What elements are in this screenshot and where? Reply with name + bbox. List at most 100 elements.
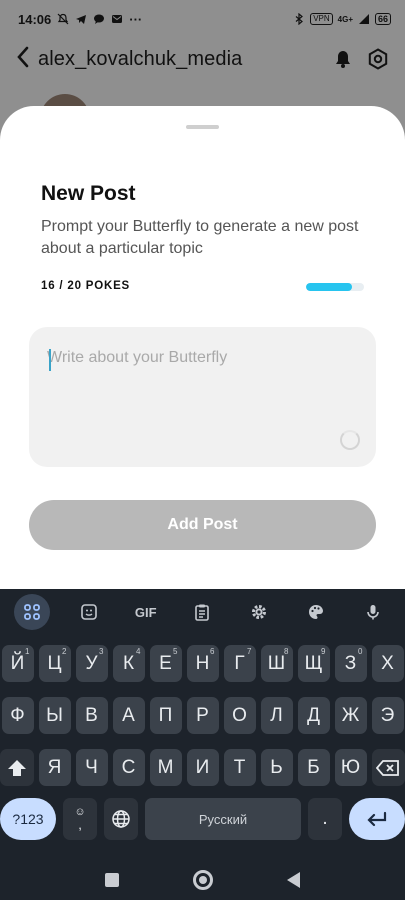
key-label: Е (159, 652, 172, 674)
keyboard-row-2: ФЫВАПРОЛДЖЭ (0, 697, 405, 734)
key-5[interactable]: Е5 (149, 645, 182, 682)
clipboard-icon[interactable] (184, 594, 220, 630)
key-6[interactable]: Н6 (186, 645, 219, 682)
key-8[interactable]: Ш8 (260, 645, 293, 682)
emoji-comma-key[interactable]: ☺ , (63, 798, 97, 840)
keyboard-row-4: ?123 ☺ , Русский . (0, 798, 405, 840)
key-2[interactable]: Ц2 (38, 645, 71, 682)
mute-icon (57, 13, 69, 25)
palette-icon[interactable] (298, 594, 334, 630)
period-key[interactable]: . (308, 798, 342, 840)
key-label: Г (234, 652, 245, 674)
key-r2-11[interactable]: Э (371, 697, 404, 734)
globe-icon (112, 810, 130, 828)
pokes-progress-fill (306, 283, 353, 291)
key-hint: 2 (62, 647, 67, 656)
key-r2-7[interactable]: О (223, 697, 256, 734)
backspace-key[interactable] (371, 749, 405, 786)
back-nav-button[interactable] (287, 871, 300, 888)
key-r2-10[interactable]: Ж (334, 697, 367, 734)
key-hint: 6 (210, 647, 215, 656)
add-post-button[interactable]: Add Post (29, 500, 376, 550)
key-r3-6[interactable]: Т (223, 749, 256, 786)
key-label: Щ (304, 652, 323, 674)
on-screen-keyboard: GIF Й1Ц2У3К4Е5Н6Г7Ш8Щ9З0Х ФЫВАПРОЛДЖЭ ЯЧ… (0, 589, 405, 900)
status-bar: 14:06 ··· VPN 4G+ 66 (0, 0, 405, 38)
sheet-grabber[interactable] (186, 125, 219, 129)
key-label: З (344, 652, 357, 674)
recents-button[interactable] (105, 872, 119, 887)
key-hint: 9 (321, 647, 326, 656)
key-label: Й (10, 652, 25, 674)
key-hint: 5 (173, 647, 178, 656)
home-button[interactable] (193, 869, 213, 890)
key-label: Ц (47, 652, 62, 674)
key-3[interactable]: У3 (75, 645, 108, 682)
key-r3-1[interactable]: Я (38, 749, 71, 786)
post-prompt-input[interactable] (29, 327, 376, 467)
pokes-progress-bar (306, 283, 364, 291)
new-post-sheet: New Post Prompt your Butterfly to genera… (0, 106, 405, 590)
key-hint: 4 (136, 647, 141, 656)
key-r3-4[interactable]: М (149, 749, 182, 786)
vpn-badge: VPN (310, 13, 333, 25)
profile-header: alex_kovalchuk_media (0, 38, 405, 80)
key-r2-8[interactable]: Л (260, 697, 293, 734)
key-r3-5[interactable]: И (186, 749, 219, 786)
key-4[interactable]: К4 (112, 645, 145, 682)
chevron-left-icon (17, 46, 29, 68)
key-r3-8[interactable]: Б (297, 749, 330, 786)
signal-icon (358, 14, 369, 24)
key-9[interactable]: Щ9 (297, 645, 330, 682)
settings-icon[interactable] (367, 48, 389, 70)
key-label: Х (381, 652, 394, 674)
post-prompt-field[interactable] (29, 327, 376, 467)
key-r2-9[interactable]: Д (297, 697, 330, 734)
gif-button[interactable]: GIF (128, 594, 164, 630)
settings-icon[interactable] (241, 594, 277, 630)
enter-key[interactable] (349, 798, 405, 840)
enter-icon (367, 811, 387, 827)
keyboard-row-3: ЯЧСМИТЬБЮ (0, 749, 405, 786)
key-r2-5[interactable]: П (149, 697, 182, 734)
mail-icon (112, 15, 123, 23)
comma-label: , (78, 817, 82, 832)
sheet-subtitle: Prompt your Butterfly to generate a new … (41, 218, 359, 257)
text-cursor (49, 349, 51, 371)
chat-icon (94, 14, 105, 24)
network-type: 4G+ (337, 14, 353, 24)
key-r2-1[interactable]: Ф (1, 697, 34, 734)
key-hint: 0 (358, 647, 363, 656)
key-r3-9[interactable]: Ю (334, 749, 367, 786)
key-hint: 1 (25, 647, 30, 656)
key-r2-4[interactable]: А (112, 697, 145, 734)
loading-spinner-icon (340, 430, 360, 450)
key-r2-2[interactable]: Ы (38, 697, 71, 734)
back-button[interactable] (16, 46, 30, 72)
key-label: У (85, 652, 98, 674)
shift-key[interactable] (0, 749, 34, 786)
key-r3-2[interactable]: Ч (75, 749, 108, 786)
language-key[interactable] (104, 798, 138, 840)
battery-indicator: 66 (374, 13, 391, 25)
sticker-icon[interactable] (71, 594, 107, 630)
key-7[interactable]: Г7 (223, 645, 256, 682)
key-r3-7[interactable]: Ь (260, 749, 293, 786)
key-label: К (122, 652, 135, 674)
key-11[interactable]: Х (371, 645, 404, 682)
key-1[interactable]: Й1 (1, 645, 34, 682)
key-10[interactable]: З0 (334, 645, 367, 682)
key-r3-3[interactable]: С (112, 749, 145, 786)
key-r2-6[interactable]: Р (186, 697, 219, 734)
mic-icon[interactable] (355, 594, 391, 630)
key-hint: 7 (247, 647, 252, 656)
telegram-icon (76, 15, 87, 24)
system-nav-bar (0, 859, 405, 900)
bell-icon[interactable] (333, 49, 353, 69)
apps-grid-icon[interactable] (14, 594, 51, 630)
symbols-key[interactable]: ?123 (0, 798, 56, 840)
space-key[interactable]: Русский (145, 798, 301, 840)
key-hint: 3 (99, 647, 104, 656)
key-r2-3[interactable]: В (75, 697, 108, 734)
pokes-counter: 16 / 20 POKES (41, 280, 131, 292)
